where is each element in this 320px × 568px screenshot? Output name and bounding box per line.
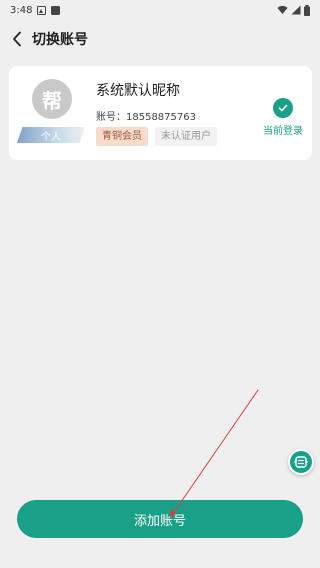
account-type-tag: 个人	[17, 127, 85, 143]
add-account-label: 添加账号	[133, 513, 186, 529]
nickname: 系统默认昵称	[96, 83, 180, 99]
check-icon	[273, 98, 293, 118]
add-account-button[interactable]: 添加账号	[17, 500, 303, 538]
avatar: 帮	[32, 79, 72, 119]
page-title: 切换账号	[32, 32, 88, 48]
floating-assistant-button[interactable]	[288, 449, 314, 475]
account-card[interactable]: 帮 个人 系统默认昵称 账号：18558875763 青铜会员 未认证用户 当前…	[9, 66, 312, 160]
status-bar: 3:48	[0, 0, 320, 20]
account-line: 账号：18558875763	[96, 108, 196, 123]
account-label: 账号：	[96, 112, 126, 123]
a-icon	[51, 5, 61, 15]
account-number: 18558875763	[126, 112, 196, 123]
battery-icon	[304, 4, 310, 16]
badges: 青铜会员 未认证用户	[96, 127, 217, 146]
status-left: 3:48	[10, 4, 61, 16]
current-login-label: 当前登录	[263, 126, 303, 137]
photo-icon	[37, 5, 47, 15]
wifi-icon	[277, 5, 288, 14]
status-time: 3:48	[10, 4, 33, 16]
chevron-left-icon	[13, 31, 21, 47]
assistant-icon	[293, 456, 309, 468]
back-button[interactable]	[12, 29, 28, 49]
avatar-group: 帮 个人	[17, 79, 85, 149]
member-badge: 青铜会员	[96, 127, 148, 146]
status-right	[277, 4, 310, 16]
header: 切换账号	[0, 24, 320, 54]
signal-icon	[291, 5, 301, 15]
unverified-badge: 未认证用户	[155, 127, 217, 146]
